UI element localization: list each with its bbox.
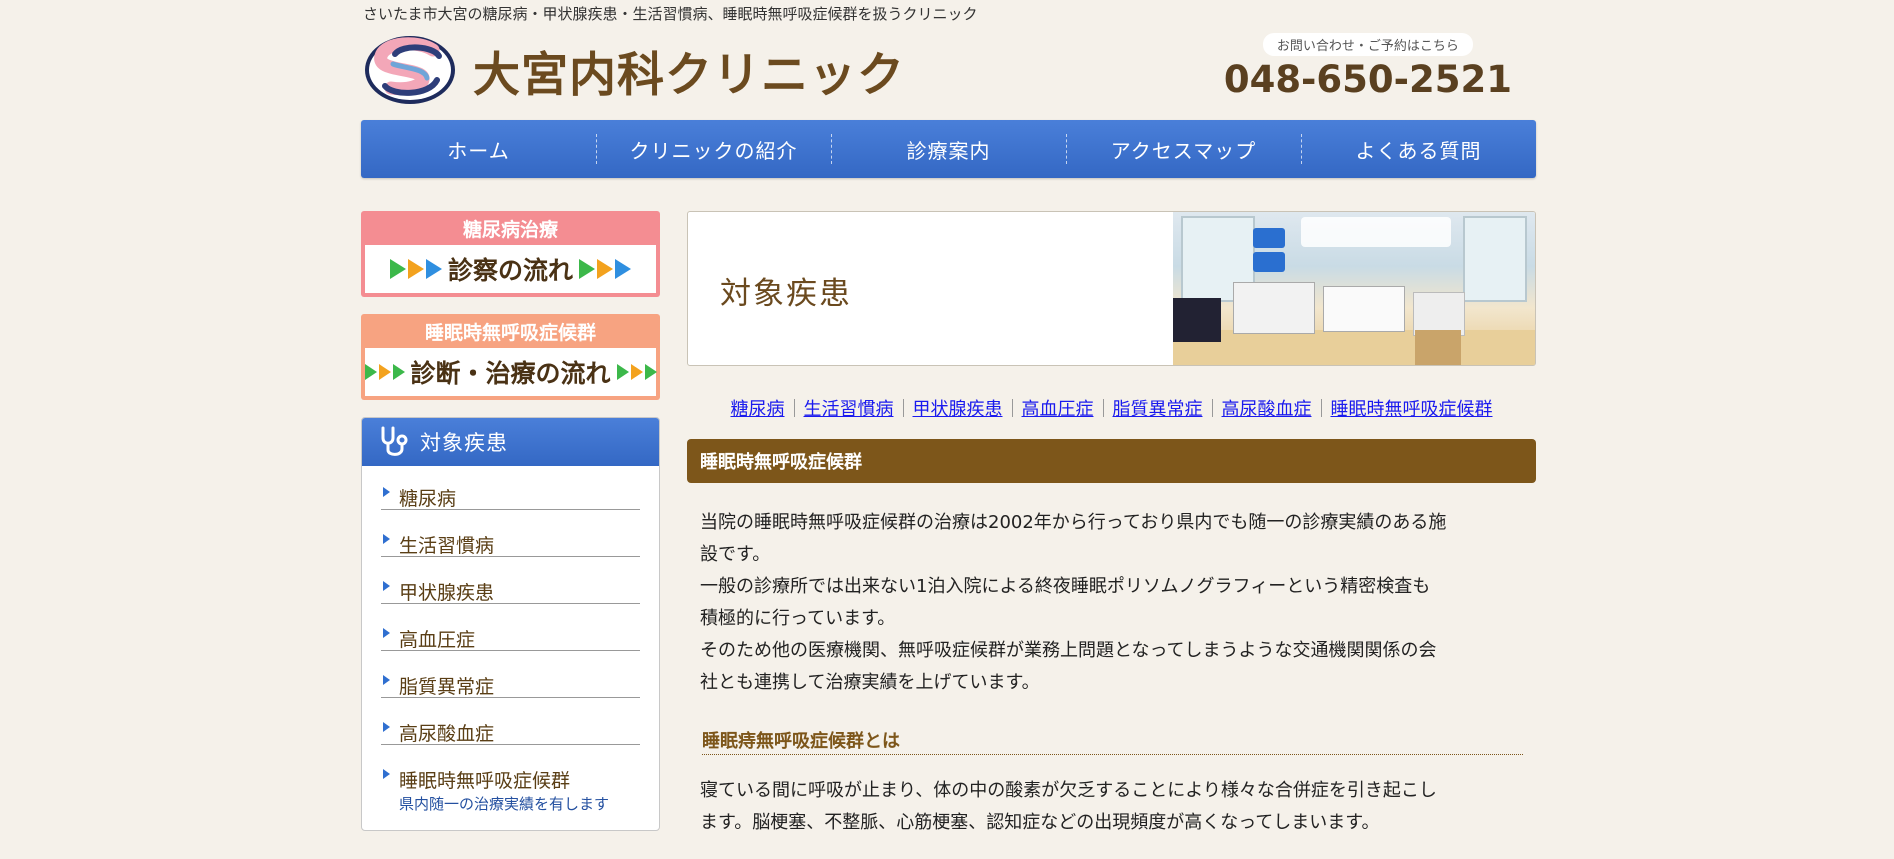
link-separator (1211, 399, 1213, 417)
paragraph-line: 当院の睡眠時無呼吸症候群の治療は2002年から行っており県内でも随一の診療実績の… (700, 512, 1447, 533)
contact-block: お問い合わせ・ご予約はこちら 048-650-2521 (1224, 33, 1512, 101)
site-logo[interactable]: 大宮内科クリニック (363, 34, 905, 106)
banner-bottom: 診察の流れ (365, 245, 656, 293)
link-hyperuricemia[interactable]: 高尿酸血症 (1222, 395, 1312, 421)
link-separator (1320, 399, 1322, 417)
disease-item-thyroid[interactable]: 甲状腺疾患 (381, 570, 640, 604)
banner-bottom-label: 診断・治療の流れ (410, 359, 611, 388)
banner-bottom-label: 診察の流れ (447, 256, 573, 285)
disease-item-lifestyle[interactable]: 生活習慣病 (381, 523, 640, 557)
link-dyslipidemia[interactable]: 脂質異常症 (1113, 395, 1203, 421)
disease-item-note: 県内随一の治療実績を有します (399, 795, 610, 813)
paragraph-line: 寝ている間に呼吸が止まり、体の中の酸素が欠乏することにより様々な合併症を引き起こ… (700, 780, 1437, 801)
paragraph-line: 一般の診療所では出来ない1泊入院による終夜睡眠ポリソムノグラフィーという精密検査… (700, 576, 1431, 597)
triangle-arrow-icon (389, 259, 442, 279)
paragraph-line: 積極的に行っています。 (700, 608, 896, 629)
page-title-box: 対象疾患 (687, 211, 1536, 366)
link-diabetes[interactable]: 糖尿病 (731, 395, 785, 421)
disease-item-hyperuricemia[interactable]: 高尿酸血症 (381, 711, 640, 745)
disease-links: 糖尿病 生活習慣病 甲状腺疾患 高血圧症 脂質異常症 高尿酸血症 睡眠時無呼吸症… (687, 395, 1536, 421)
diseases-menu-header: 対象疾患 (362, 418, 659, 466)
banner-bottom: 診断・治療の流れ (364, 348, 657, 396)
banner-top-label: 糖尿病治療 (462, 218, 558, 241)
paragraph-line: そのため他の医療機関、無呼吸症候群が業務上問題となってしまうような交通機関関係の… (700, 640, 1437, 661)
link-separator (902, 399, 904, 417)
page-title: 対象疾患 (720, 276, 852, 312)
diseases-menu: 対象疾患 糖尿病 生活習慣病 甲状腺疾患 高血圧症 脂質異常症 高尿酸血症 睡眠… (361, 417, 660, 831)
section-heading: 睡眠時無呼吸症候群 (687, 439, 1536, 483)
clinic-photo (1173, 212, 1535, 365)
nav-faq[interactable]: よくある質問 (1301, 120, 1536, 178)
disease-item-hypertension[interactable]: 高血圧症 (381, 617, 640, 651)
triangle-arrow-icon (579, 259, 631, 279)
main-content: 対象疾患 糖尿病 生活習慣病 甲状腺疾患 高血圧症 脂質異常症 高尿酸血症 睡眠… (687, 211, 1536, 839)
link-hypertension[interactable]: 高血圧症 (1022, 395, 1094, 421)
disease-item-sleep-apnea[interactable]: 睡眠時無呼吸症候群 県内随一の治療実績を有します (381, 758, 640, 818)
stethoscope-icon (381, 426, 408, 456)
disease-item-diabetes[interactable]: 糖尿病 (381, 476, 640, 510)
diseases-menu-title: 対象疾患 (420, 431, 508, 455)
intro-paragraph: 当院の睡眠時無呼吸症候群の治療は2002年から行っており県内でも随一の診療実績の… (700, 507, 1523, 699)
sleep-apnea-flow-banner[interactable]: 睡眠時無呼吸症候群 診断・治療の流れ (361, 314, 660, 400)
clinic-logo-icon (365, 36, 455, 104)
page: さいたま市大宮の糖尿病・甲状腺疾患・生活習慣病、睡眠時無呼吸症候群を扱うクリニッ… (0, 0, 1894, 859)
link-separator (793, 399, 795, 417)
site-tagline: さいたま市大宮の糖尿病・甲状腺疾患・生活習慣病、睡眠時無呼吸症候群を扱うクリニッ… (363, 5, 978, 23)
nav-access-map[interactable]: アクセスマップ (1066, 120, 1301, 178)
nav-services[interactable]: 診療案内 (831, 120, 1066, 178)
phone-number[interactable]: 048-650-2521 (1224, 58, 1512, 101)
link-sleep-apnea[interactable]: 睡眠時無呼吸症候群 (1331, 395, 1493, 421)
banner-top-label: 睡眠時無呼吸症候群 (424, 321, 596, 344)
link-separator (1102, 399, 1104, 417)
logo-text: 大宮内科クリニック (473, 47, 905, 103)
paragraph-line: 社とも連携して治療実績を上げています。 (700, 672, 1040, 693)
disease-item-label: 睡眠時無呼吸症候群 (399, 770, 571, 792)
disease-item-dyslipidemia[interactable]: 脂質異常症 (381, 664, 640, 698)
nav-clinic-intro[interactable]: クリニックの紹介 (596, 120, 831, 178)
contact-label: お問い合わせ・ご予約はこちら (1262, 33, 1473, 56)
nav-home[interactable]: ホーム (361, 120, 596, 178)
main-nav: ホーム クリニックの紹介 診療案内 アクセスマップ よくある質問 (361, 120, 1536, 178)
definition-paragraph: 寝ている間に呼吸が止まり、体の中の酸素が欠乏することにより様々な合併症を引き起こ… (700, 775, 1523, 839)
link-thyroid[interactable]: 甲状腺疾患 (913, 395, 1003, 421)
content-wrapper: さいたま市大宮の糖尿病・甲状腺疾患・生活習慣病、睡眠時無呼吸症候群を扱うクリニッ… (361, 0, 1536, 859)
diseases-list: 糖尿病 生活習慣病 甲状腺疾患 高血圧症 脂質異常症 高尿酸血症 睡眠時無呼吸症… (362, 466, 659, 830)
link-lifestyle[interactable]: 生活習慣病 (804, 395, 894, 421)
sidebar: 糖尿病治療 診察の流れ 睡眠時無呼吸症候群 診断・治療の流れ 対象疾患 糖尿病 … (361, 211, 660, 831)
paragraph-line: ます。脳梗塞、不整脈、心筋梗塞、認知症などの出現頻度が高くなってしまいます。 (700, 812, 1380, 833)
triangle-arrow-icon (364, 364, 405, 380)
triangle-arrow-icon (616, 364, 657, 380)
diabetes-flow-banner[interactable]: 糖尿病治療 診察の流れ (361, 211, 660, 297)
link-separator (1011, 399, 1013, 417)
paragraph-line: 設です。 (700, 544, 771, 565)
subsection-heading: 睡眠痔無呼吸症候群とは (702, 727, 1523, 755)
